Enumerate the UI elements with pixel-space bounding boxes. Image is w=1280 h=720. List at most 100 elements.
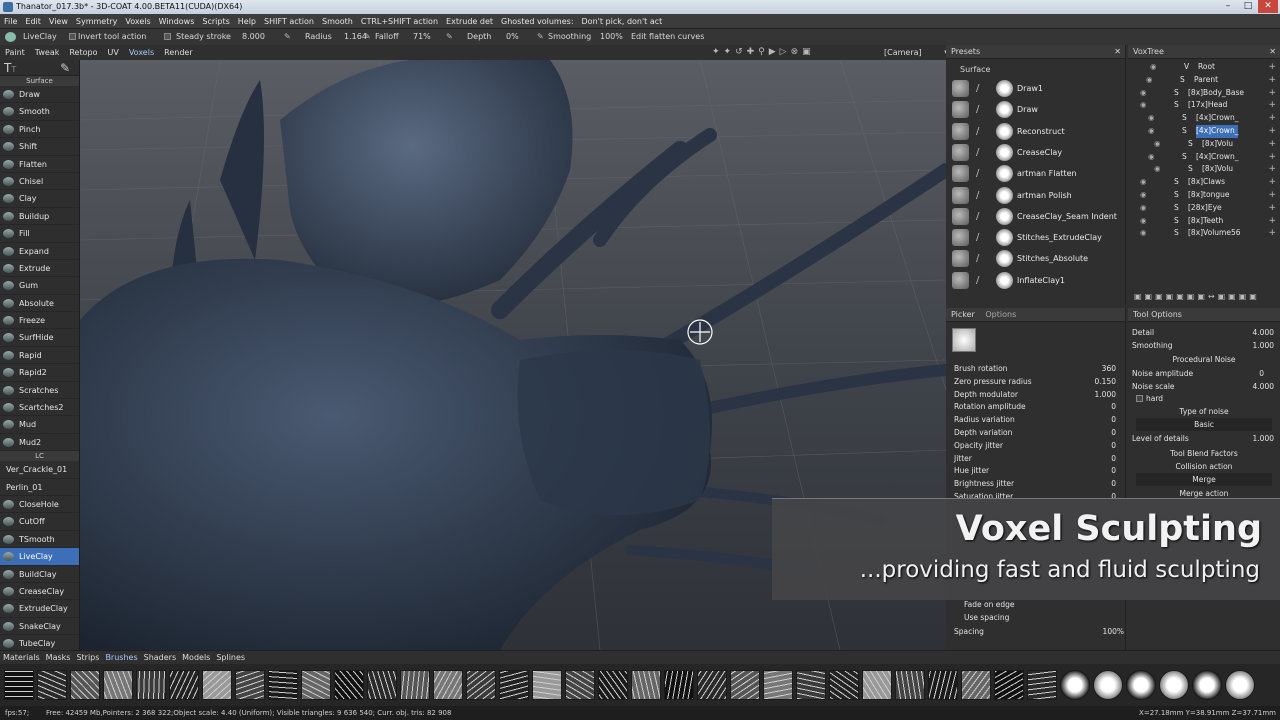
brush-alpha-thumbnail[interactable] xyxy=(268,670,298,700)
add-icon[interactable]: + xyxy=(1268,163,1276,176)
add-icon[interactable]: + xyxy=(1268,87,1276,100)
add-icon[interactable]: + xyxy=(1268,61,1276,74)
add-icon[interactable]: + xyxy=(1268,125,1276,138)
camera-dropdown[interactable]: [Camera] ▼ xyxy=(884,45,950,60)
brush-alpha-thumbnail[interactable] xyxy=(367,670,397,700)
tool-extrudeclay[interactable]: ExtrudeClay xyxy=(0,600,79,618)
brush-alpha-thumbnail[interactable] xyxy=(796,670,826,700)
brush-alpha-thumbnail[interactable] xyxy=(1027,670,1057,700)
brush-alpha-thumbnail[interactable] xyxy=(631,670,661,700)
brush-alpha-thumbnail[interactable] xyxy=(4,670,34,700)
menu-item-view[interactable]: View xyxy=(49,17,68,26)
picker-row-value[interactable]: 0 xyxy=(1066,426,1116,439)
tool-tubeclay[interactable]: TubeClay xyxy=(0,635,79,650)
brush-alpha-thumbnail[interactable] xyxy=(235,670,265,700)
brush-alpha-thumbnail[interactable] xyxy=(928,670,958,700)
type-of-noise-select[interactable]: Basic xyxy=(1136,418,1272,431)
bottom-tab-materials[interactable]: Materials xyxy=(3,653,40,662)
brush-alpha-thumbnail[interactable] xyxy=(1192,670,1222,700)
depth-value[interactable]: 0% xyxy=(506,29,519,45)
brush-alpha-thumbnail[interactable] xyxy=(466,670,496,700)
add-icon[interactable]: + xyxy=(1268,227,1276,240)
bottom-tab-models[interactable]: Models xyxy=(182,653,210,662)
visibility-icon[interactable]: ◉ xyxy=(1148,112,1155,125)
add-icon[interactable]: + xyxy=(1268,176,1276,189)
tool-gum[interactable]: Gum xyxy=(0,277,79,295)
tool-liveclay[interactable]: LiveClay xyxy=(0,548,79,566)
preset-item[interactable]: / InflateClay1 xyxy=(946,270,1124,291)
minimize-icon[interactable]: – xyxy=(1218,0,1238,13)
menu-item-smooth[interactable]: Smooth xyxy=(322,17,353,26)
picker-row-value[interactable]: 1.000 xyxy=(1066,388,1116,401)
maximize-icon[interactable]: □ xyxy=(1238,0,1258,13)
brush-alpha-thumbnail[interactable] xyxy=(532,670,562,700)
tool-smooth[interactable]: Smooth xyxy=(0,103,79,121)
visibility-icon[interactable]: ◉ xyxy=(1140,202,1147,215)
menu-item-scripts[interactable]: Scripts xyxy=(202,17,229,26)
pen-pressure-icon[interactable]: ✎ xyxy=(364,29,371,45)
tool-creaseclay[interactable]: CreaseClay xyxy=(0,583,79,601)
bottom-tab-brushes[interactable]: Brushes xyxy=(105,653,137,662)
visibility-icon[interactable]: ◉ xyxy=(1140,189,1147,202)
voxtree-item[interactable]: ◉ S [8x]Teeth + xyxy=(1128,215,1280,228)
tab-options[interactable]: Options xyxy=(985,310,1016,319)
tool-scartches2[interactable]: Scartches2 xyxy=(0,399,79,417)
picker-row-value[interactable]: 0 xyxy=(1066,400,1116,413)
noise-amplitude-value[interactable]: 0 xyxy=(1218,367,1264,380)
voxtree-item[interactable]: ◉ S [17x]Head + xyxy=(1128,99,1280,112)
spacing-value[interactable]: 100% xyxy=(1066,625,1124,638)
voxtree-item[interactable]: ◉ V Root + xyxy=(1128,61,1280,74)
preset-item[interactable]: / Reconstruct xyxy=(946,121,1124,142)
close-icon[interactable]: ✕ xyxy=(1258,0,1278,13)
preset-item[interactable]: / CreaseClay xyxy=(946,142,1124,163)
lc-section-header[interactable]: LC xyxy=(0,451,79,462)
tool-extrude[interactable]: Extrude xyxy=(0,260,79,278)
room-tab-tweak[interactable]: Tweak xyxy=(35,48,60,57)
voxtree-item[interactable]: ◉ S Parent + xyxy=(1128,74,1280,87)
presets-section[interactable]: Surface xyxy=(960,65,990,74)
preset-item[interactable]: / Draw1 xyxy=(946,78,1124,99)
smoothing-value[interactable]: 1.000 xyxy=(1218,339,1274,352)
add-icon[interactable]: + xyxy=(1268,189,1276,202)
brush-alpha-thumbnail[interactable] xyxy=(202,670,232,700)
brush-alpha-thumbnail[interactable] xyxy=(829,670,859,700)
add-icon[interactable]: + xyxy=(1268,74,1276,87)
pen-pressure-icon[interactable]: ✎ xyxy=(537,29,544,45)
visibility-icon[interactable]: ◉ xyxy=(1154,163,1161,176)
picker-row-value[interactable]: 0.150 xyxy=(1066,375,1116,388)
steady-value[interactable]: 8.000 xyxy=(242,29,265,45)
voxtree-item[interactable]: ◉ S [4x]Crown_ + xyxy=(1128,151,1280,164)
tool-tsmooth[interactable]: TSmooth xyxy=(0,531,79,549)
collision-action-select[interactable]: Merge xyxy=(1136,473,1272,486)
brush-alpha-thumbnail[interactable] xyxy=(136,670,166,700)
brush-alpha-thumbnail[interactable] xyxy=(994,670,1024,700)
pen-icon[interactable]: ✎ xyxy=(60,61,70,75)
bottom-tab-masks[interactable]: Masks xyxy=(46,653,71,662)
menu-item-shift-action[interactable]: SHIFT action xyxy=(264,17,314,26)
brush-alpha-preview[interactable] xyxy=(952,328,976,352)
brush-alpha-thumbnail[interactable] xyxy=(103,670,133,700)
voxtree-item[interactable]: ◉ S [8x]Body_Base + xyxy=(1128,87,1280,100)
steady-checkbox[interactable] xyxy=(164,33,171,40)
brush-alpha-thumbnail[interactable] xyxy=(301,670,331,700)
tool-ver_crackle_01[interactable]: Ver_Crackle_01 xyxy=(0,461,79,479)
preset-item[interactable]: / artman Polish xyxy=(946,185,1124,206)
tool-absolute[interactable]: Absolute xyxy=(0,295,79,313)
voxtree-toolbar-icons[interactable]: ▣▣▣▣▣▣▣↔▣▣▣▣ xyxy=(1134,292,1274,302)
menu-item-file[interactable]: File xyxy=(4,17,17,26)
tool-buildclay[interactable]: BuildClay xyxy=(0,566,79,583)
tool-shift[interactable]: Shift xyxy=(0,138,79,156)
brush-alpha-thumbnail[interactable] xyxy=(499,670,529,700)
tool-draw[interactable]: Draw xyxy=(0,86,79,104)
voxtree-item[interactable]: ◉ S [28x]Eye + xyxy=(1128,202,1280,215)
tool-expand[interactable]: Expand xyxy=(0,243,79,260)
brush-alpha-thumbnail[interactable] xyxy=(895,670,925,700)
room-tab-render[interactable]: Render xyxy=(164,48,192,57)
visibility-icon[interactable]: ◉ xyxy=(1146,74,1153,87)
brush-alpha-thumbnail[interactable] xyxy=(598,670,628,700)
voxtree-item[interactable]: ◉ S [4x]Crown_ + xyxy=(1128,112,1280,125)
surface-section-header[interactable]: Surface xyxy=(0,76,79,86)
visibility-icon[interactable]: ◉ xyxy=(1154,138,1161,151)
tool-snakeclay[interactable]: SnakeClay xyxy=(0,618,79,636)
invert-checkbox[interactable] xyxy=(69,33,76,40)
